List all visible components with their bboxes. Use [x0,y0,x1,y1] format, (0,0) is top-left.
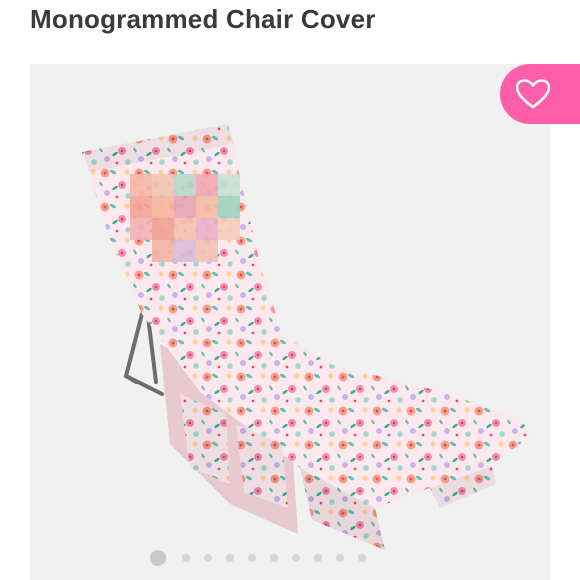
carousel-dot[interactable] [226,554,234,562]
page-title: Monogrammed Chair Cover [30,4,376,34]
product-image-gallery[interactable] [30,64,550,580]
carousel-dot[interactable] [150,550,166,566]
carousel-dot[interactable] [314,554,322,562]
carousel-pagination [150,548,366,568]
carousel-dot[interactable] [182,554,190,562]
carousel-dot[interactable] [336,554,344,562]
heart-icon [516,79,550,109]
carousel-dot[interactable] [204,554,212,562]
carousel-dot[interactable] [292,554,300,562]
like-button[interactable] [500,64,580,124]
carousel-dot[interactable] [358,554,366,562]
carousel-dot[interactable] [248,554,256,562]
product-image[interactable] [30,64,550,580]
carousel-dot[interactable] [270,554,278,562]
